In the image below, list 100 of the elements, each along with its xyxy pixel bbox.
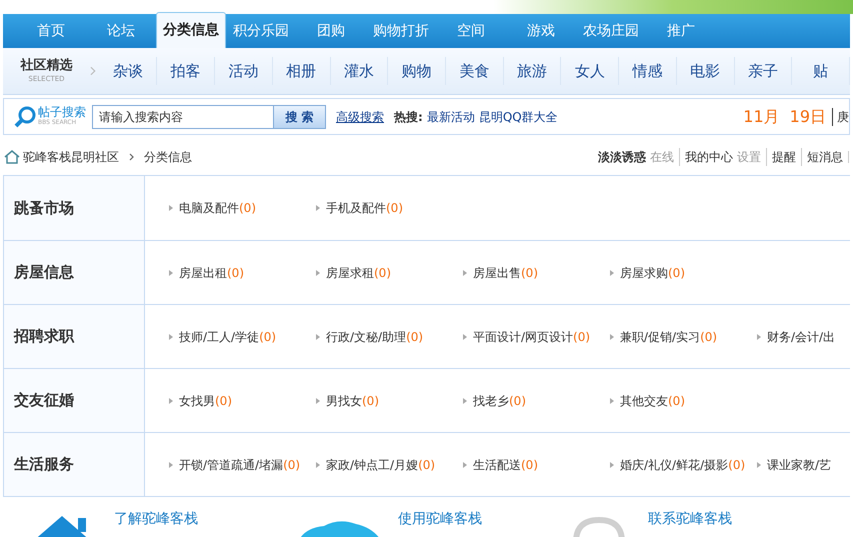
post-count: (0) [215, 392, 232, 410]
sub-nav-link[interactable]: 电影 [676, 57, 735, 85]
category-title: 房屋信息 [14, 262, 74, 284]
category-link[interactable]: 房屋求购(0) [610, 264, 757, 282]
footer-heading[interactable]: 使用驼峰客栈 [398, 509, 482, 530]
category-name: 手机及配件 [326, 200, 386, 217]
triangle-icon [463, 398, 467, 404]
sub-nav-link[interactable]: 亲子 [734, 57, 792, 85]
category-link[interactable]: 房屋出售(0) [463, 264, 610, 282]
triangle-icon [169, 398, 173, 404]
triangle-icon [463, 462, 467, 468]
sub-nav-link[interactable]: 杂谈 [100, 57, 158, 85]
hot-search-link[interactable]: 最新活动 [426, 108, 475, 126]
category-link[interactable]: 兼职/促销/实习(0) [610, 328, 757, 346]
date-month: 11月 [743, 106, 780, 128]
sub-nav-link[interactable]: 女人 [561, 57, 620, 85]
category-name: 房屋出售 [473, 264, 521, 282]
category-link[interactable]: 行政/文秘/助理(0) [316, 328, 463, 346]
category-name: 房屋求购 [620, 264, 668, 282]
category-link[interactable]: 电脑及配件(0) [169, 199, 316, 217]
search-field[interactable]: 请输入搜索内容 [92, 104, 274, 128]
post-count: (0) [386, 200, 403, 217]
category-link[interactable]: 开锁/管道疏通/堵漏(0) [169, 456, 316, 474]
category-name: 房屋求租 [326, 264, 374, 282]
advanced-search-link[interactable]: 高级搜索 [336, 108, 384, 126]
breadcrumb-current: 分类信息 [144, 149, 192, 166]
category-title: 跳蚤市场 [14, 198, 74, 219]
category-link[interactable]: 房屋求租(0) [316, 264, 463, 282]
triangle-icon [169, 462, 173, 468]
category-name: 房屋出租 [179, 264, 227, 282]
user-link[interactable]: 提醒 [766, 148, 796, 166]
post-count: (0) [239, 200, 256, 217]
breadcrumb-link[interactable]: 驼峰客栈昆明社区 [23, 148, 119, 166]
triangle-icon [463, 334, 467, 340]
category-link[interactable]: 平面设计/网页设计(0) [463, 328, 610, 346]
triangle-icon [316, 398, 320, 404]
category-title: 生活服务 [14, 454, 74, 476]
user-link[interactable]: 我的中心 [679, 148, 733, 166]
post-count: (0) [521, 264, 538, 282]
chevron-icon [90, 66, 96, 76]
sub-nav-link[interactable]: 灌水 [330, 57, 388, 85]
search-icon [14, 106, 36, 128]
sub-nav-link[interactable]: 贴 [792, 57, 850, 85]
post-count: (0) [227, 264, 244, 282]
category-name: 其他交友 [620, 392, 668, 410]
triangle-icon [169, 205, 173, 211]
category-name: 平面设计/网页设计 [473, 328, 574, 346]
category-name: 找老乡 [473, 392, 509, 410]
username: 淡淡诱惑 [598, 149, 646, 166]
sub-nav-link[interactable]: 相册 [272, 57, 331, 85]
online-status: 在线 [650, 149, 674, 166]
post-count: (0) [283, 456, 300, 474]
post-count: (0) [418, 456, 436, 474]
category-title: 招聘求职 [14, 326, 74, 348]
triangle-icon [610, 398, 614, 404]
sub-nav-link[interactable]: 活动 [215, 57, 273, 85]
post-count: (0) [406, 328, 424, 346]
footer-heading[interactable]: 联系驼峰客栈 [648, 509, 732, 530]
sub-nav-link[interactable]: 购物 [388, 57, 446, 85]
sub-nav-link[interactable]: 情感 [619, 57, 677, 85]
post-count: (0) [700, 328, 718, 346]
triangle-icon [316, 334, 320, 340]
category-link[interactable]: 女找男(0) [169, 392, 316, 410]
category-name: 课业家教/艺 [767, 456, 832, 474]
category-name: 技师/工人/学徒 [179, 328, 260, 346]
category-name: 财务/会计/出 [767, 328, 836, 346]
post-count: (0) [362, 392, 379, 410]
category-link[interactable]: 房屋出租(0) [169, 264, 316, 282]
search-button[interactable]: 搜 索 [274, 104, 326, 128]
user-link[interactable]: 短消息 [801, 148, 843, 166]
category-name: 生活配送 [473, 456, 521, 474]
triangle-icon [169, 334, 173, 340]
nav-tab[interactable]: 分类信息 [156, 12, 226, 48]
category-link[interactable]: 生活配送(0) [463, 456, 610, 474]
date-extra: 庚 [832, 108, 849, 126]
footer-heading[interactable]: 了解驼峰客栈 [114, 509, 198, 530]
sub-nav-link[interactable]: 拍客 [157, 57, 216, 85]
hot-search-link[interactable]: 昆明QQ群大全 [478, 108, 558, 126]
category-link[interactable]: 其他交友(0) [610, 392, 757, 410]
category-link[interactable]: 技师/工人/学徒(0) [169, 328, 316, 346]
sub-nav-link[interactable]: 美食 [446, 57, 504, 85]
category-link[interactable]: 婚庆/礼仪/鲜花/摄影(0) [610, 456, 757, 474]
triangle-icon [610, 334, 614, 340]
post-count: (0) [521, 456, 538, 474]
category-link[interactable]: 课业家教/艺 [757, 456, 853, 474]
triangle-icon [610, 270, 614, 276]
post-count: (0) [573, 328, 590, 346]
sub-nav-link[interactable]: 旅游 [504, 57, 562, 85]
category-link[interactable]: 手机及配件(0) [316, 199, 463, 217]
post-count: (0) [259, 328, 276, 346]
category-link[interactable]: 男找女(0) [316, 392, 463, 410]
hot-search-label: 热搜: [394, 108, 423, 126]
category-link[interactable]: 家政/钟点工/月嫂(0) [316, 456, 463, 474]
sub-nav-title: 社区精选 [20, 58, 72, 74]
search-logo-title: 帖子搜索 [38, 106, 86, 119]
category-name: 男找女 [326, 392, 362, 410]
category-link[interactable]: 找老乡(0) [463, 392, 610, 410]
category-link[interactable]: 财务/会计/出 [757, 328, 853, 346]
category-name: 女找男 [179, 392, 215, 410]
post-count: (0) [668, 264, 685, 282]
